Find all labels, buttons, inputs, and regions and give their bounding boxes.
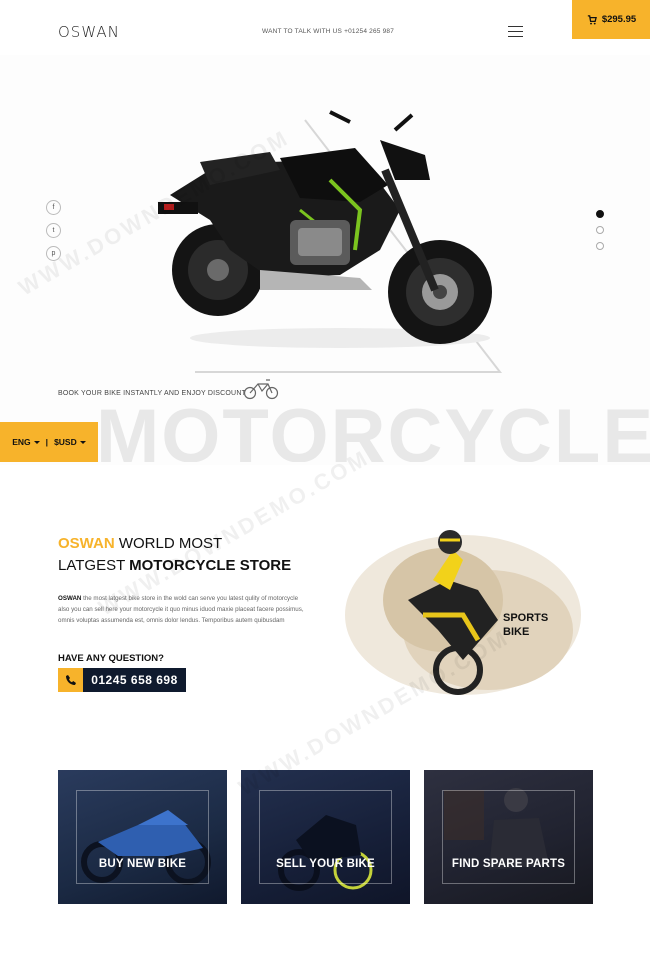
heading-line2a: LATGEST: [58, 557, 125, 574]
slide-dot-2[interactable]: [596, 226, 604, 234]
currency-select[interactable]: $USD: [54, 437, 86, 447]
language-currency-switcher[interactable]: ENG | $USD: [0, 422, 98, 462]
twitter-icon[interactable]: t: [46, 223, 61, 238]
about-heading: OSWAN WORLD MOST LATGEST MOTORCYCLE STOR…: [58, 533, 291, 577]
chevron-down-icon: [79, 441, 86, 445]
social-links: f t p: [46, 200, 61, 261]
dirt-bike-image: [345, 530, 581, 695]
card-label: SELL YOUR BIKE: [276, 858, 375, 870]
slider-dots: [596, 210, 604, 250]
heading-line1: WORLD MOST: [118, 535, 223, 552]
hero-big-word: MOTORCYCLE: [96, 394, 650, 462]
chevron-down-icon: [33, 441, 40, 445]
language-select[interactable]: ENG: [12, 437, 40, 447]
question-label: HAVE ANY QUESTION?: [58, 653, 164, 664]
divider: |: [45, 437, 49, 447]
paragraph-brand: OSWAN: [58, 595, 82, 602]
card-buy-new-bike[interactable]: BUY NEW BIKE: [58, 770, 227, 904]
phone-button[interactable]: 01245 658 698: [58, 668, 186, 692]
card-sell-your-bike[interactable]: SELL YOUR BIKE: [241, 770, 410, 904]
heading-brand: OSWAN: [58, 535, 115, 552]
slide-dot-1[interactable]: [596, 210, 604, 218]
paragraph-text: the most latgest bike store in the wold …: [58, 595, 304, 624]
facebook-icon[interactable]: f: [46, 200, 61, 215]
phone-icon: [58, 668, 83, 692]
phone-number: 01245 658 698: [83, 668, 186, 692]
card-label: FIND SPARE PARTS: [451, 858, 566, 870]
heading-line2b: MOTORCYCLE STORE: [129, 557, 292, 574]
card-label: BUY NEW BIKE: [98, 858, 187, 870]
hero-motorcycle-image: [158, 110, 492, 348]
card-find-spare-parts[interactable]: FIND SPARE PARTS: [424, 770, 593, 904]
sports-bike-badge: SPORTS BIKE: [503, 612, 549, 638]
slide-dot-3[interactable]: [596, 242, 604, 250]
about-paragraph: OSWAN the most latgest bike store in the…: [58, 593, 308, 626]
pinterest-icon[interactable]: p: [46, 246, 61, 261]
